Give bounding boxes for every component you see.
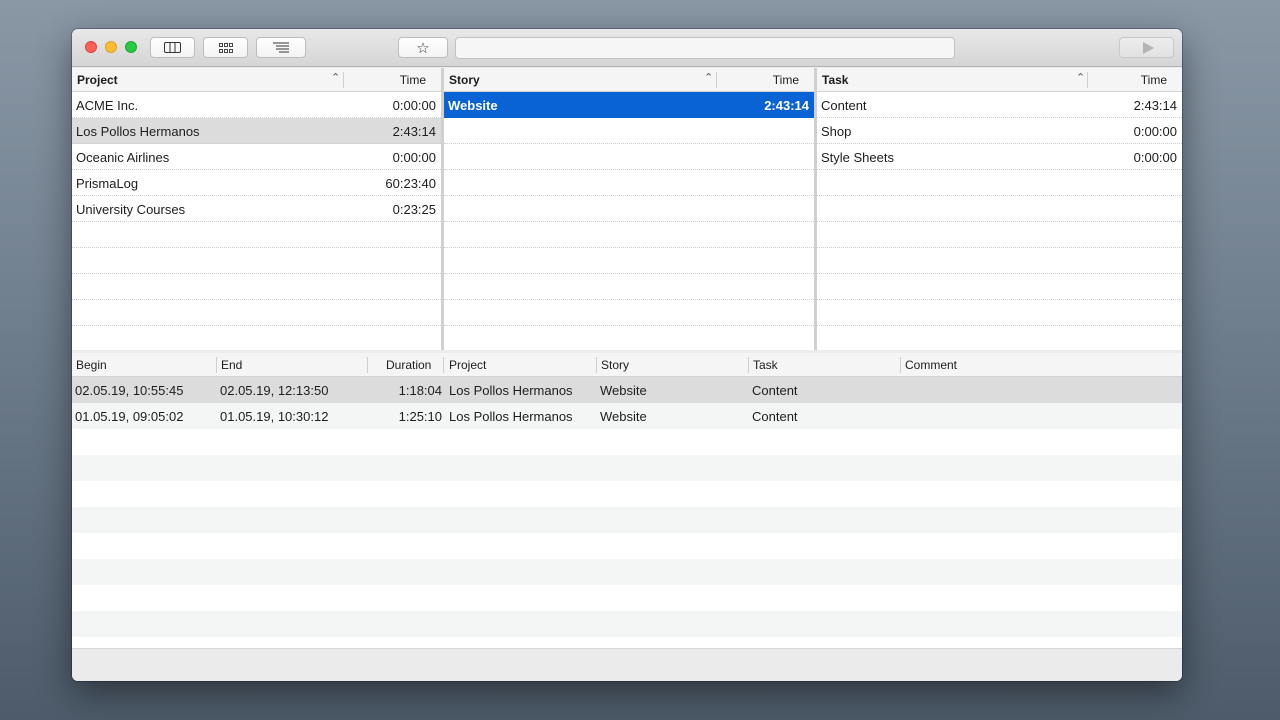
project-column-header[interactable]: Project bbox=[449, 358, 486, 372]
time-column-header[interactable]: Time bbox=[400, 73, 426, 87]
time-entry-row[interactable]: 01.05.19, 09:05:02 01.05.19, 10:30:12 1:… bbox=[72, 403, 1182, 429]
column-separator bbox=[748, 357, 749, 373]
grid-icon bbox=[218, 42, 233, 53]
time-entry-row-selected[interactable]: 02.05.19, 10:55:45 02.05.19, 12:13:50 1:… bbox=[72, 377, 1182, 403]
empty-row bbox=[72, 507, 1182, 533]
empty-row bbox=[72, 248, 441, 274]
empty-row bbox=[72, 533, 1182, 559]
empty-row bbox=[72, 559, 1182, 585]
empty-row bbox=[72, 481, 1182, 507]
project-row-selected[interactable]: Los Pollos Hermanos 2:43:14 bbox=[72, 118, 441, 144]
task-row[interactable]: Style Sheets 0:00:00 bbox=[817, 144, 1182, 170]
empty-row bbox=[72, 300, 441, 326]
empty-row bbox=[444, 326, 814, 350]
duration-column-header[interactable]: Duration bbox=[386, 358, 431, 372]
empty-row bbox=[72, 611, 1182, 637]
time-entries-table: Begin End Duration Project Story Task Co… bbox=[72, 353, 1182, 648]
comment-column-header[interactable]: Comment bbox=[905, 358, 957, 372]
empty-row bbox=[72, 637, 1182, 648]
empty-row bbox=[444, 170, 814, 196]
begin-column-header[interactable]: Begin bbox=[76, 358, 107, 372]
empty-row bbox=[817, 300, 1182, 326]
project-row[interactable]: Oceanic Airlines 0:00:00 bbox=[72, 144, 441, 170]
toolbar: ☆ bbox=[72, 29, 1182, 67]
empty-row bbox=[444, 248, 814, 274]
task-row[interactable]: Shop 0:00:00 bbox=[817, 118, 1182, 144]
project-list: Project ⌃ Time ACME Inc. 0:00:00 Los Pol… bbox=[72, 68, 441, 350]
task-list: Task ⌃ Time Content 2:43:14 Shop 0:00:00… bbox=[817, 68, 1182, 350]
empty-row bbox=[72, 222, 441, 248]
columns-icon bbox=[164, 42, 181, 53]
empty-row bbox=[817, 274, 1182, 300]
column-separator bbox=[343, 72, 344, 88]
column-separator bbox=[443, 357, 444, 373]
empty-row bbox=[72, 326, 441, 350]
story-list-header: Story ⌃ Time bbox=[444, 68, 814, 92]
app-window: ☆ Project ⌃ Time ACME Inc. 0:00:00 Los P… bbox=[72, 29, 1182, 681]
empty-row bbox=[444, 144, 814, 170]
empty-row bbox=[817, 222, 1182, 248]
project-list-header: Project ⌃ Time bbox=[72, 68, 441, 92]
story-row-selected[interactable]: Website 2:43:14 bbox=[444, 92, 814, 118]
empty-row bbox=[444, 196, 814, 222]
list-view-button[interactable] bbox=[256, 37, 306, 58]
project-row[interactable]: University Courses 0:23:25 bbox=[72, 196, 441, 222]
empty-row bbox=[444, 118, 814, 144]
search-input[interactable] bbox=[455, 37, 955, 59]
minimize-window-button[interactable] bbox=[105, 41, 117, 53]
empty-row bbox=[444, 274, 814, 300]
project-column-header[interactable]: Project bbox=[77, 73, 118, 87]
project-row[interactable]: ACME Inc. 0:00:00 bbox=[72, 92, 441, 118]
sort-ascending-icon[interactable]: ⌃ bbox=[331, 71, 340, 84]
story-column-header[interactable]: Story bbox=[449, 73, 480, 87]
column-separator bbox=[596, 357, 597, 373]
start-timer-button[interactable] bbox=[1119, 37, 1174, 58]
sort-ascending-icon[interactable]: ⌃ bbox=[704, 71, 713, 84]
time-column-header[interactable]: Time bbox=[773, 73, 799, 87]
empty-row bbox=[817, 170, 1182, 196]
empty-row bbox=[817, 248, 1182, 274]
empty-row bbox=[817, 196, 1182, 222]
end-column-header[interactable]: End bbox=[221, 358, 242, 372]
task-list-header: Task ⌃ Time bbox=[817, 68, 1182, 92]
sort-ascending-icon[interactable]: ⌃ bbox=[1076, 71, 1085, 84]
task-row[interactable]: Content 2:43:14 bbox=[817, 92, 1182, 118]
story-column-header[interactable]: Story bbox=[601, 358, 629, 372]
time-entries-header: Begin End Duration Project Story Task Co… bbox=[72, 353, 1182, 377]
list-icon bbox=[273, 42, 289, 53]
status-bar bbox=[72, 648, 1182, 681]
empty-row bbox=[817, 326, 1182, 350]
close-window-button[interactable] bbox=[85, 41, 97, 53]
column-separator bbox=[1087, 72, 1088, 88]
empty-row bbox=[444, 300, 814, 326]
empty-row bbox=[72, 429, 1182, 455]
favorite-button[interactable]: ☆ bbox=[398, 37, 448, 58]
story-list: Story ⌃ Time Website 2:43:14 bbox=[444, 68, 814, 350]
zoom-window-button[interactable] bbox=[125, 41, 137, 53]
columns-view-button[interactable] bbox=[150, 37, 195, 58]
task-column-header[interactable]: Task bbox=[753, 358, 778, 372]
play-icon bbox=[1142, 41, 1154, 54]
empty-row bbox=[72, 274, 441, 300]
time-column-header[interactable]: Time bbox=[1141, 73, 1167, 87]
empty-row bbox=[72, 585, 1182, 611]
column-separator bbox=[716, 72, 717, 88]
empty-row bbox=[72, 455, 1182, 481]
column-separator bbox=[367, 357, 368, 373]
column-separator bbox=[900, 357, 901, 373]
task-column-header[interactable]: Task bbox=[822, 73, 848, 87]
grid-view-button[interactable] bbox=[203, 37, 248, 58]
column-separator bbox=[216, 357, 217, 373]
empty-row bbox=[444, 222, 814, 248]
star-icon: ☆ bbox=[416, 39, 430, 57]
project-row[interactable]: PrismaLog 60:23:40 bbox=[72, 170, 441, 196]
